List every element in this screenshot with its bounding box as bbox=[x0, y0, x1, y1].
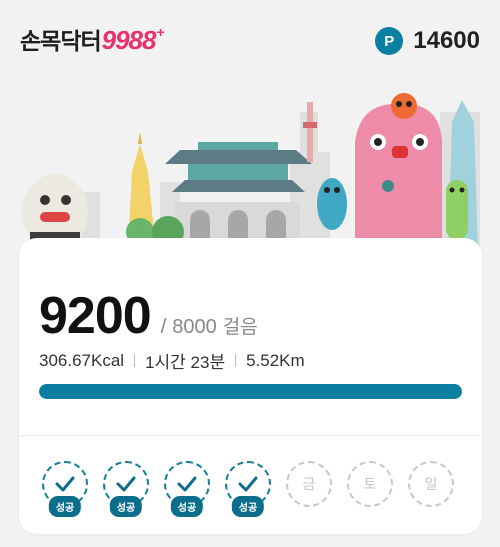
mascot-bird bbox=[391, 93, 417, 119]
success-badge: 성공 bbox=[231, 496, 265, 517]
day-status-2[interactable]: 성공 bbox=[164, 461, 210, 517]
app-logo[interactable]: 손목닥터 9988 + bbox=[20, 22, 165, 58]
day-status-6[interactable]: 일 bbox=[408, 461, 454, 507]
day-label: 토 bbox=[363, 477, 377, 493]
step-count-row: 9200 / 8000 걸음 bbox=[39, 286, 258, 346]
weekly-status: 성공 성공 성공 성공 금 토 일 bbox=[42, 461, 462, 521]
day-label: 일 bbox=[424, 477, 438, 493]
logo-number-text: 9988 bbox=[101, 25, 157, 55]
duration-value: 1시간 23분 bbox=[145, 353, 226, 372]
step-goal: 8000 bbox=[172, 316, 217, 338]
mascot-green bbox=[446, 180, 468, 240]
hero-illustration bbox=[0, 82, 500, 253]
step-separator: / bbox=[160, 316, 167, 338]
step-count: 9200 bbox=[39, 287, 152, 345]
day-status-3[interactable]: 성공 bbox=[225, 461, 271, 517]
points-display[interactable]: P 14600 bbox=[375, 27, 480, 55]
success-badge: 성공 bbox=[170, 496, 204, 517]
activity-stats: 306.67Kcal 1시간 23분 5.52Km bbox=[39, 348, 305, 373]
check-icon bbox=[116, 476, 136, 492]
day-status-4[interactable]: 금 bbox=[286, 461, 332, 507]
mascot-pink-monster bbox=[355, 103, 442, 253]
day-label: 금 bbox=[302, 477, 316, 493]
day-status-5[interactable]: 토 bbox=[347, 461, 393, 507]
check-icon bbox=[177, 476, 197, 492]
app-header: 손목닥터 9988 + P 14600 bbox=[0, 0, 500, 82]
palace-illustration bbox=[165, 142, 312, 252]
success-badge: 성공 bbox=[48, 496, 82, 517]
check-icon bbox=[55, 476, 75, 492]
stat-divider bbox=[134, 354, 136, 367]
calories-value: 306.67Kcal bbox=[39, 350, 125, 370]
day-pending-ring: 일 bbox=[408, 461, 454, 507]
day-pending-ring: 토 bbox=[347, 461, 393, 507]
day-status-0[interactable]: 성공 bbox=[42, 461, 88, 517]
distance-value: 5.52Km bbox=[246, 350, 305, 370]
step-summary-card[interactable]: 9200 / 8000 걸음 306.67Kcal 1시간 23분 5.52Km… bbox=[19, 238, 482, 534]
check-icon bbox=[238, 476, 258, 492]
points-value: 14600 bbox=[413, 27, 480, 54]
mascot-blue bbox=[317, 178, 347, 230]
points-icon: P bbox=[375, 27, 404, 55]
success-badge: 성공 bbox=[109, 496, 143, 517]
step-progress-fill bbox=[39, 384, 462, 399]
step-unit: 걸음 bbox=[222, 316, 258, 338]
day-status-1[interactable]: 성공 bbox=[103, 461, 149, 517]
stat-divider bbox=[235, 354, 237, 367]
logo-plus-mark: + bbox=[156, 24, 165, 40]
day-pending-ring: 금 bbox=[286, 461, 332, 507]
card-divider bbox=[19, 435, 482, 436]
logo-korean-text: 손목닥터 bbox=[20, 29, 102, 55]
step-progress-bar bbox=[39, 384, 462, 399]
